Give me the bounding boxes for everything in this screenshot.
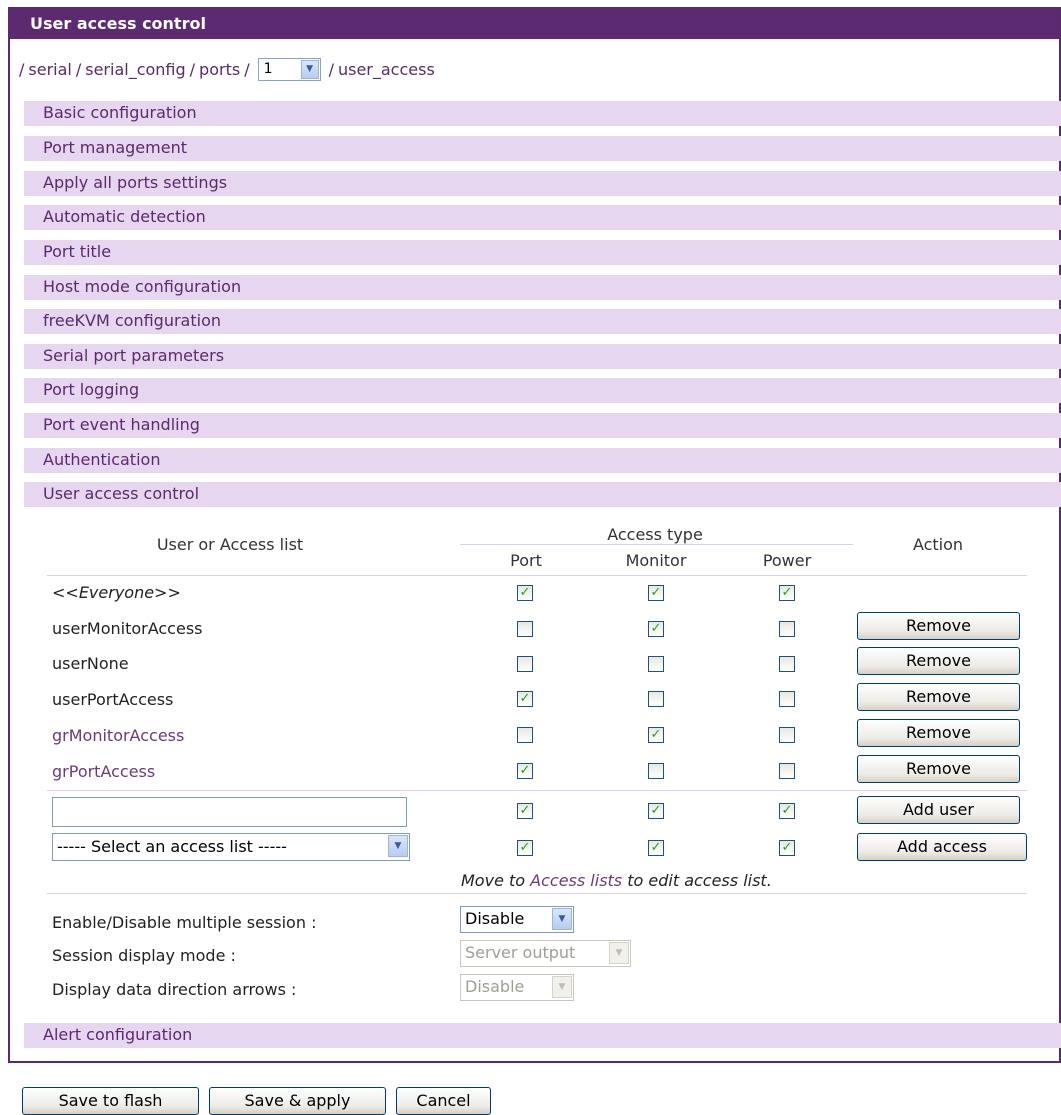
- new-user-power-checkbox[interactable]: ✓: [779, 803, 795, 819]
- port-select[interactable]: 1 ▼: [257, 57, 321, 81]
- section-port-logging[interactable]: Port logging: [24, 378, 1061, 403]
- user-port-access-port-checkbox[interactable]: ✓: [517, 691, 533, 707]
- column-header-action: Action: [912, 535, 964, 554]
- breadcrumb-separator: /: [328, 59, 334, 79]
- column-header-monitor: Monitor: [625, 551, 687, 570]
- section-port-title[interactable]: Port title: [24, 240, 1061, 265]
- breadcrumb-serial[interactable]: serial: [28, 60, 71, 79]
- gr-monitor-access-power-checkbox[interactable]: [779, 727, 795, 743]
- section-host-mode[interactable]: Host mode configuration: [24, 275, 1061, 300]
- user-monitor-access-power-checkbox[interactable]: [779, 621, 795, 637]
- chevron-down-icon: ▼: [552, 976, 572, 998]
- section-authentication[interactable]: Authentication: [24, 448, 1061, 473]
- chevron-down-icon[interactable]: ▼: [300, 59, 319, 79]
- user-monitor-access-port-checkbox[interactable]: [517, 621, 533, 637]
- new-access-power-checkbox[interactable]: ✓: [779, 840, 795, 856]
- user-port-access-power-checkbox[interactable]: [779, 691, 795, 707]
- header-divider: [460, 544, 853, 545]
- multi-session-select[interactable]: Disable ▼: [460, 906, 574, 933]
- session-display-mode-value: Server output: [465, 943, 576, 962]
- gr-monitor-access-monitor-checkbox[interactable]: ✓: [648, 727, 664, 743]
- section-port-management[interactable]: Port management: [24, 136, 1061, 161]
- hint-suffix: to edit access list.: [627, 871, 772, 890]
- row-user-none-label: userNone: [52, 654, 129, 673]
- gr-port-access-power-checkbox[interactable]: [779, 763, 795, 779]
- remove-button[interactable]: Remove: [857, 647, 1020, 675]
- new-user-port-checkbox[interactable]: ✓: [517, 803, 533, 819]
- table-header-divider: [47, 575, 1027, 576]
- breadcrumb-serial-config[interactable]: serial_config: [85, 60, 185, 79]
- session-display-mode-select: Server output ▼: [460, 940, 631, 967]
- section-automatic-detection[interactable]: Automatic detection: [24, 205, 1061, 230]
- gr-port-access-port-checkbox[interactable]: ✓: [517, 763, 533, 779]
- section-alert-configuration[interactable]: Alert configuration: [24, 1023, 1061, 1048]
- multi-session-value: Disable: [465, 909, 525, 928]
- user-none-power-checkbox[interactable]: [779, 656, 795, 672]
- everyone-port-checkbox[interactable]: ✓: [517, 585, 533, 601]
- section-port-event-handling[interactable]: Port event handling: [24, 413, 1061, 438]
- row-user-port-access-label: userPortAccess: [52, 690, 174, 709]
- row-user-monitor-access-label: userMonitorAccess: [52, 619, 203, 638]
- breadcrumb-user-access[interactable]: user_access: [338, 60, 435, 79]
- access-lists-hint: Move to Access lists to edit access list…: [461, 871, 772, 890]
- user-monitor-access-monitor-checkbox[interactable]: ✓: [648, 621, 664, 637]
- add-access-button[interactable]: Add access: [857, 833, 1027, 861]
- column-header-port: Port: [510, 551, 542, 570]
- new-access-port-checkbox[interactable]: ✓: [517, 840, 533, 856]
- section-serial-port-parameters[interactable]: Serial port parameters: [24, 344, 1061, 369]
- save-to-flash-button[interactable]: Save to flash: [22, 1087, 199, 1115]
- session-display-mode-label: Session display mode :: [52, 946, 236, 965]
- data-direction-arrows-value: Disable: [465, 977, 525, 996]
- section-user-access-control[interactable]: User access control: [24, 482, 1061, 507]
- column-header-power: Power: [762, 551, 812, 570]
- gr-port-access-monitor-checkbox[interactable]: [648, 763, 664, 779]
- breadcrumb-ports[interactable]: ports: [199, 60, 240, 79]
- remove-button[interactable]: Remove: [857, 755, 1020, 783]
- rows-divider: [47, 790, 1027, 791]
- user-port-access-monitor-checkbox[interactable]: [648, 691, 664, 707]
- user-none-monitor-checkbox[interactable]: [648, 656, 664, 672]
- access-lists-link[interactable]: Access lists: [530, 871, 622, 890]
- row-gr-monitor-access-label[interactable]: grMonitorAccess: [52, 726, 184, 745]
- breadcrumb-separator: /: [19, 59, 25, 79]
- gr-monitor-access-port-checkbox[interactable]: [517, 727, 533, 743]
- data-direction-arrows-label: Display data direction arrows :: [52, 980, 297, 999]
- new-access-monitor-checkbox[interactable]: ✓: [648, 840, 664, 856]
- section-basic-configuration[interactable]: Basic configuration: [24, 101, 1061, 126]
- column-header-access-type: Access type: [607, 525, 703, 544]
- remove-button[interactable]: Remove: [857, 719, 1020, 747]
- save-and-apply-button[interactable]: Save & apply: [209, 1087, 386, 1115]
- new-user-input[interactable]: [52, 797, 407, 827]
- breadcrumb-separator: /: [244, 59, 250, 79]
- everyone-monitor-checkbox[interactable]: ✓: [648, 585, 664, 601]
- row-everyone-label: <<Everyone>>: [52, 583, 181, 602]
- access-list-select[interactable]: ----- Select an access list ----- ▼: [52, 833, 410, 861]
- breadcrumb-separator: /: [75, 59, 82, 79]
- panel-title: User access control: [10, 9, 1059, 39]
- column-header-user: User or Access list: [156, 535, 304, 554]
- chevron-down-icon: ▼: [609, 942, 629, 964]
- multi-session-label: Enable/Disable multiple session :: [52, 913, 317, 932]
- chevron-down-icon[interactable]: ▼: [388, 835, 408, 857]
- row-gr-port-access-label[interactable]: grPortAccess: [52, 762, 155, 781]
- new-user-monitor-checkbox[interactable]: ✓: [648, 803, 664, 819]
- breadcrumb-separator: /: [189, 59, 196, 79]
- everyone-power-checkbox[interactable]: ✓: [779, 585, 795, 601]
- remove-button[interactable]: Remove: [857, 612, 1020, 640]
- remove-button[interactable]: Remove: [857, 683, 1020, 711]
- chevron-down-icon[interactable]: ▼: [552, 908, 572, 930]
- breadcrumb: / serial / serial_config / ports / 1 ▼ /…: [15, 57, 435, 81]
- section-apply-all-ports[interactable]: Apply all ports settings: [24, 171, 1061, 196]
- cancel-button[interactable]: Cancel: [396, 1087, 491, 1115]
- access-list-select-value: ----- Select an access list -----: [57, 837, 287, 856]
- port-select-value: 1: [263, 60, 273, 77]
- data-direction-arrows-select: Disable ▼: [460, 974, 574, 1001]
- settings-divider: [47, 893, 1027, 894]
- add-user-button[interactable]: Add user: [857, 796, 1020, 824]
- hint-prefix: Move to: [461, 871, 526, 890]
- section-freekvm[interactable]: freeKVM configuration: [24, 309, 1061, 334]
- user-none-port-checkbox[interactable]: [517, 656, 533, 672]
